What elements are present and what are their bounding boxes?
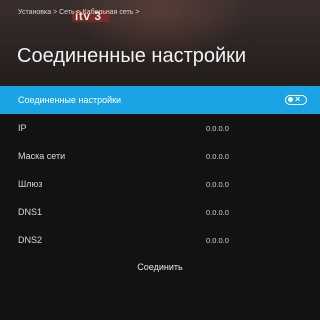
- network-settings-list: IP 0.0.0.0 Маска сети 0.0.0.0 Шлюз 0.0.0…: [0, 114, 320, 254]
- header: itv 3 Установка > Сеть > Кабельная сеть …: [0, 0, 320, 86]
- dns2-value: 0.0.0.0: [206, 236, 229, 245]
- dns1-row[interactable]: DNS1 0.0.0.0: [0, 198, 320, 226]
- ip-label: IP: [18, 123, 27, 133]
- settings-screen: itv 3 Установка > Сеть > Кабельная сеть …: [0, 0, 320, 320]
- gateway-row[interactable]: Шлюз 0.0.0.0: [0, 170, 320, 198]
- dns1-label: DNS1: [18, 207, 43, 217]
- netmask-row[interactable]: Маска сети 0.0.0.0: [0, 142, 320, 170]
- connected-settings-row[interactable]: Соединенные настройки: [0, 86, 320, 114]
- dns2-row[interactable]: DNS2 0.0.0.0: [0, 226, 320, 254]
- connected-settings-label: Соединенные настройки: [18, 95, 122, 105]
- toggle-off-icon: ×: [295, 94, 301, 104]
- toggle-knob: [288, 97, 293, 102]
- footer-area: [0, 280, 320, 320]
- ip-value: 0.0.0.0: [206, 124, 229, 133]
- page-title: Соединенные настройки: [17, 45, 247, 67]
- netmask-value: 0.0.0.0: [206, 152, 229, 161]
- connect-button[interactable]: Соединить: [0, 262, 320, 272]
- gateway-label: Шлюз: [18, 179, 43, 189]
- ip-row[interactable]: IP 0.0.0.0: [0, 114, 320, 142]
- connected-settings-toggle[interactable]: ×: [285, 94, 307, 105]
- dns2-label: DNS2: [18, 235, 43, 245]
- dns1-value: 0.0.0.0: [206, 208, 229, 217]
- breadcrumb: Установка > Сеть > Кабельная сеть >: [18, 9, 140, 16]
- netmask-label: Маска сети: [18, 151, 66, 161]
- gateway-value: 0.0.0.0: [206, 180, 229, 189]
